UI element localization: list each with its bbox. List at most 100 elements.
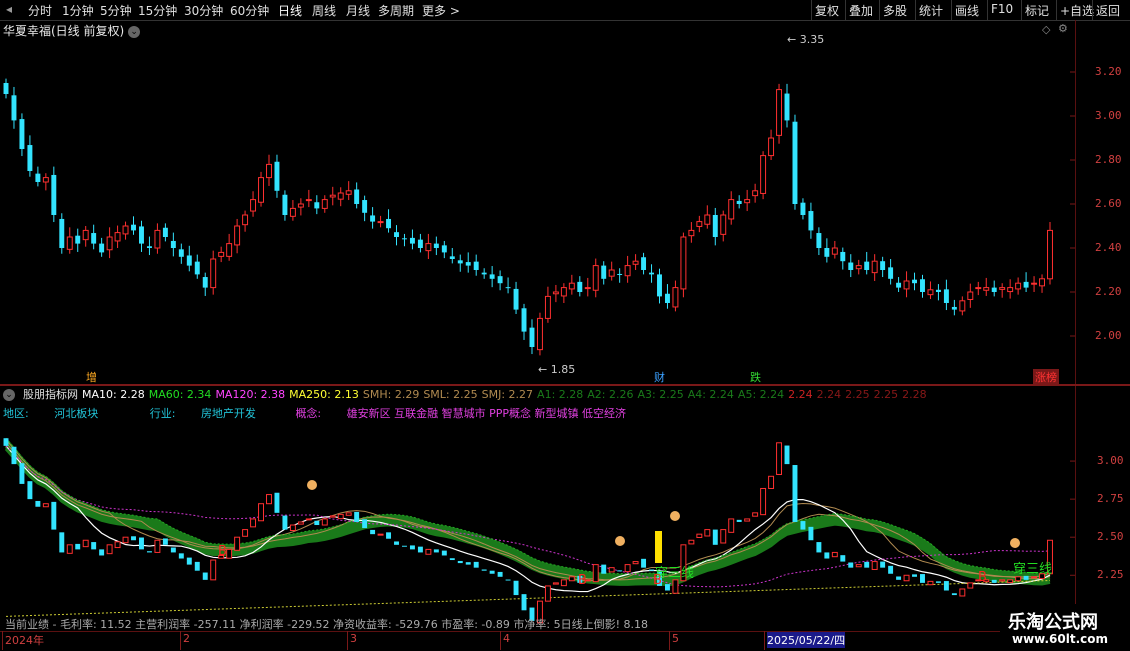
tab-10[interactable]: 更多 > bbox=[422, 2, 460, 19]
tab-0[interactable]: 分时 bbox=[28, 2, 52, 19]
chevron-down-icon[interactable]: ⌄ bbox=[3, 389, 15, 401]
indicator-candle bbox=[951, 593, 957, 596]
indicator-name: 股朋指标网 bbox=[23, 388, 78, 401]
candle bbox=[1031, 282, 1038, 285]
event-tag[interactable]: 涨榜 bbox=[1033, 369, 1059, 385]
candle bbox=[409, 237, 415, 244]
date-label: 4 bbox=[503, 632, 510, 645]
indicator-candle bbox=[274, 492, 280, 513]
price-label: 3.20 bbox=[1095, 65, 1122, 78]
event-tag[interactable]: 增 bbox=[84, 369, 99, 385]
candle bbox=[943, 289, 949, 303]
indicator-candle bbox=[848, 562, 854, 568]
tab-7[interactable]: 周线 bbox=[312, 2, 336, 19]
indicator-candle bbox=[242, 529, 249, 537]
indicator-candle bbox=[544, 585, 551, 602]
candle bbox=[266, 163, 272, 179]
indicator-candle bbox=[11, 446, 17, 465]
candle bbox=[19, 119, 25, 149]
candle bbox=[536, 317, 543, 351]
indicator-candle bbox=[210, 559, 217, 581]
candle bbox=[75, 235, 81, 244]
event-tag[interactable]: 跌 bbox=[748, 369, 763, 385]
date-label: 2025/05/22/四 bbox=[767, 632, 846, 648]
indicator-chart[interactable]: BB B B穿三线 穿三线 bbox=[0, 419, 1075, 631]
indicator-candle bbox=[592, 564, 599, 583]
toolbar-button-2[interactable]: 多股 bbox=[883, 2, 907, 19]
candle bbox=[289, 207, 296, 217]
low-price-marker: ← 1.85 bbox=[538, 363, 575, 376]
toolbar-button-4[interactable]: 画线 bbox=[955, 2, 979, 19]
indicator-value: MA120: 2.38 bbox=[215, 388, 286, 401]
indicator-value: SML: 2.25 bbox=[423, 388, 478, 401]
candle bbox=[888, 267, 894, 279]
indicator-candle bbox=[226, 548, 233, 559]
toolbar-button-6[interactable]: 标记 bbox=[1025, 2, 1049, 19]
indicator-candle bbox=[896, 576, 902, 580]
toolbar-separator bbox=[879, 0, 880, 20]
candle bbox=[871, 260, 878, 274]
indicator-candle bbox=[82, 539, 89, 548]
indicator-candle bbox=[672, 579, 679, 594]
indicator-candle bbox=[816, 542, 822, 553]
candle bbox=[935, 289, 941, 292]
toolbar-button-0[interactable]: 复权 bbox=[815, 2, 839, 19]
tab-4[interactable]: 30分钟 bbox=[184, 2, 223, 19]
candle bbox=[386, 218, 392, 229]
indicator-value: 2.25 bbox=[845, 388, 870, 401]
candle bbox=[967, 291, 974, 300]
candle bbox=[696, 221, 703, 227]
date-label: 2024年 bbox=[5, 634, 44, 647]
cross-signal: 穿三线 bbox=[1013, 561, 1052, 577]
candle bbox=[1023, 281, 1029, 288]
toolbar-separator bbox=[915, 0, 916, 20]
toolbar-button-5[interactable]: F10 bbox=[991, 2, 1013, 16]
candle bbox=[975, 287, 982, 290]
candle bbox=[568, 282, 575, 290]
candle bbox=[768, 137, 775, 157]
indicator-candle bbox=[505, 579, 511, 581]
candle bbox=[162, 227, 168, 237]
ma10-line bbox=[5, 445, 1051, 593]
toolbar-button-7[interactable]: +自选 bbox=[1060, 2, 1094, 19]
tab-3[interactable]: 15分钟 bbox=[138, 2, 177, 19]
toolbar-button-1[interactable]: 叠加 bbox=[849, 2, 873, 19]
candle bbox=[592, 265, 599, 291]
tab-5[interactable]: 60分钟 bbox=[230, 2, 269, 19]
tab-6[interactable]: 日线 bbox=[278, 2, 302, 19]
indicator-candle bbox=[139, 537, 144, 550]
candle bbox=[632, 260, 639, 265]
candle bbox=[362, 200, 368, 213]
candle bbox=[82, 229, 89, 241]
tab-1[interactable]: 1分钟 bbox=[62, 2, 94, 19]
indicator-value: 2.25 bbox=[873, 388, 899, 401]
indicator-candle bbox=[354, 511, 360, 522]
indicator-value: A5: 2.24 bbox=[737, 388, 785, 401]
toolbar-separator bbox=[987, 0, 988, 20]
tab-2[interactable]: 5分钟 bbox=[100, 2, 132, 19]
price-label: 2.20 bbox=[1095, 285, 1122, 298]
toolbar-button-8[interactable]: 返回 bbox=[1096, 2, 1120, 19]
toolbar-button-3[interactable]: 统计 bbox=[919, 2, 943, 19]
indicator-candle bbox=[760, 487, 767, 516]
indicator-candle bbox=[154, 539, 161, 553]
indicator-candle bbox=[425, 548, 432, 555]
buy-signal: B bbox=[978, 570, 987, 585]
candle bbox=[991, 287, 997, 292]
candle bbox=[529, 327, 535, 347]
tab-9[interactable]: 多周期 bbox=[378, 2, 414, 19]
tab-8[interactable]: 月线 bbox=[346, 2, 370, 19]
indicator-candle bbox=[282, 515, 288, 530]
indicator-candle bbox=[162, 538, 168, 545]
candle bbox=[66, 236, 73, 250]
back-arrow-icon[interactable]: ◂ bbox=[6, 2, 12, 16]
indicator-candle bbox=[362, 519, 368, 529]
toolbar-separator bbox=[951, 0, 952, 20]
indicator-candle bbox=[337, 513, 344, 520]
candle bbox=[959, 300, 966, 312]
event-tag[interactable]: 财 bbox=[652, 369, 667, 385]
indicator-candle bbox=[808, 526, 814, 541]
candle bbox=[505, 287, 511, 289]
candlestick-chart[interactable]: ← 3.35 ← 1.85 bbox=[0, 20, 1075, 384]
date-tick bbox=[500, 631, 501, 650]
